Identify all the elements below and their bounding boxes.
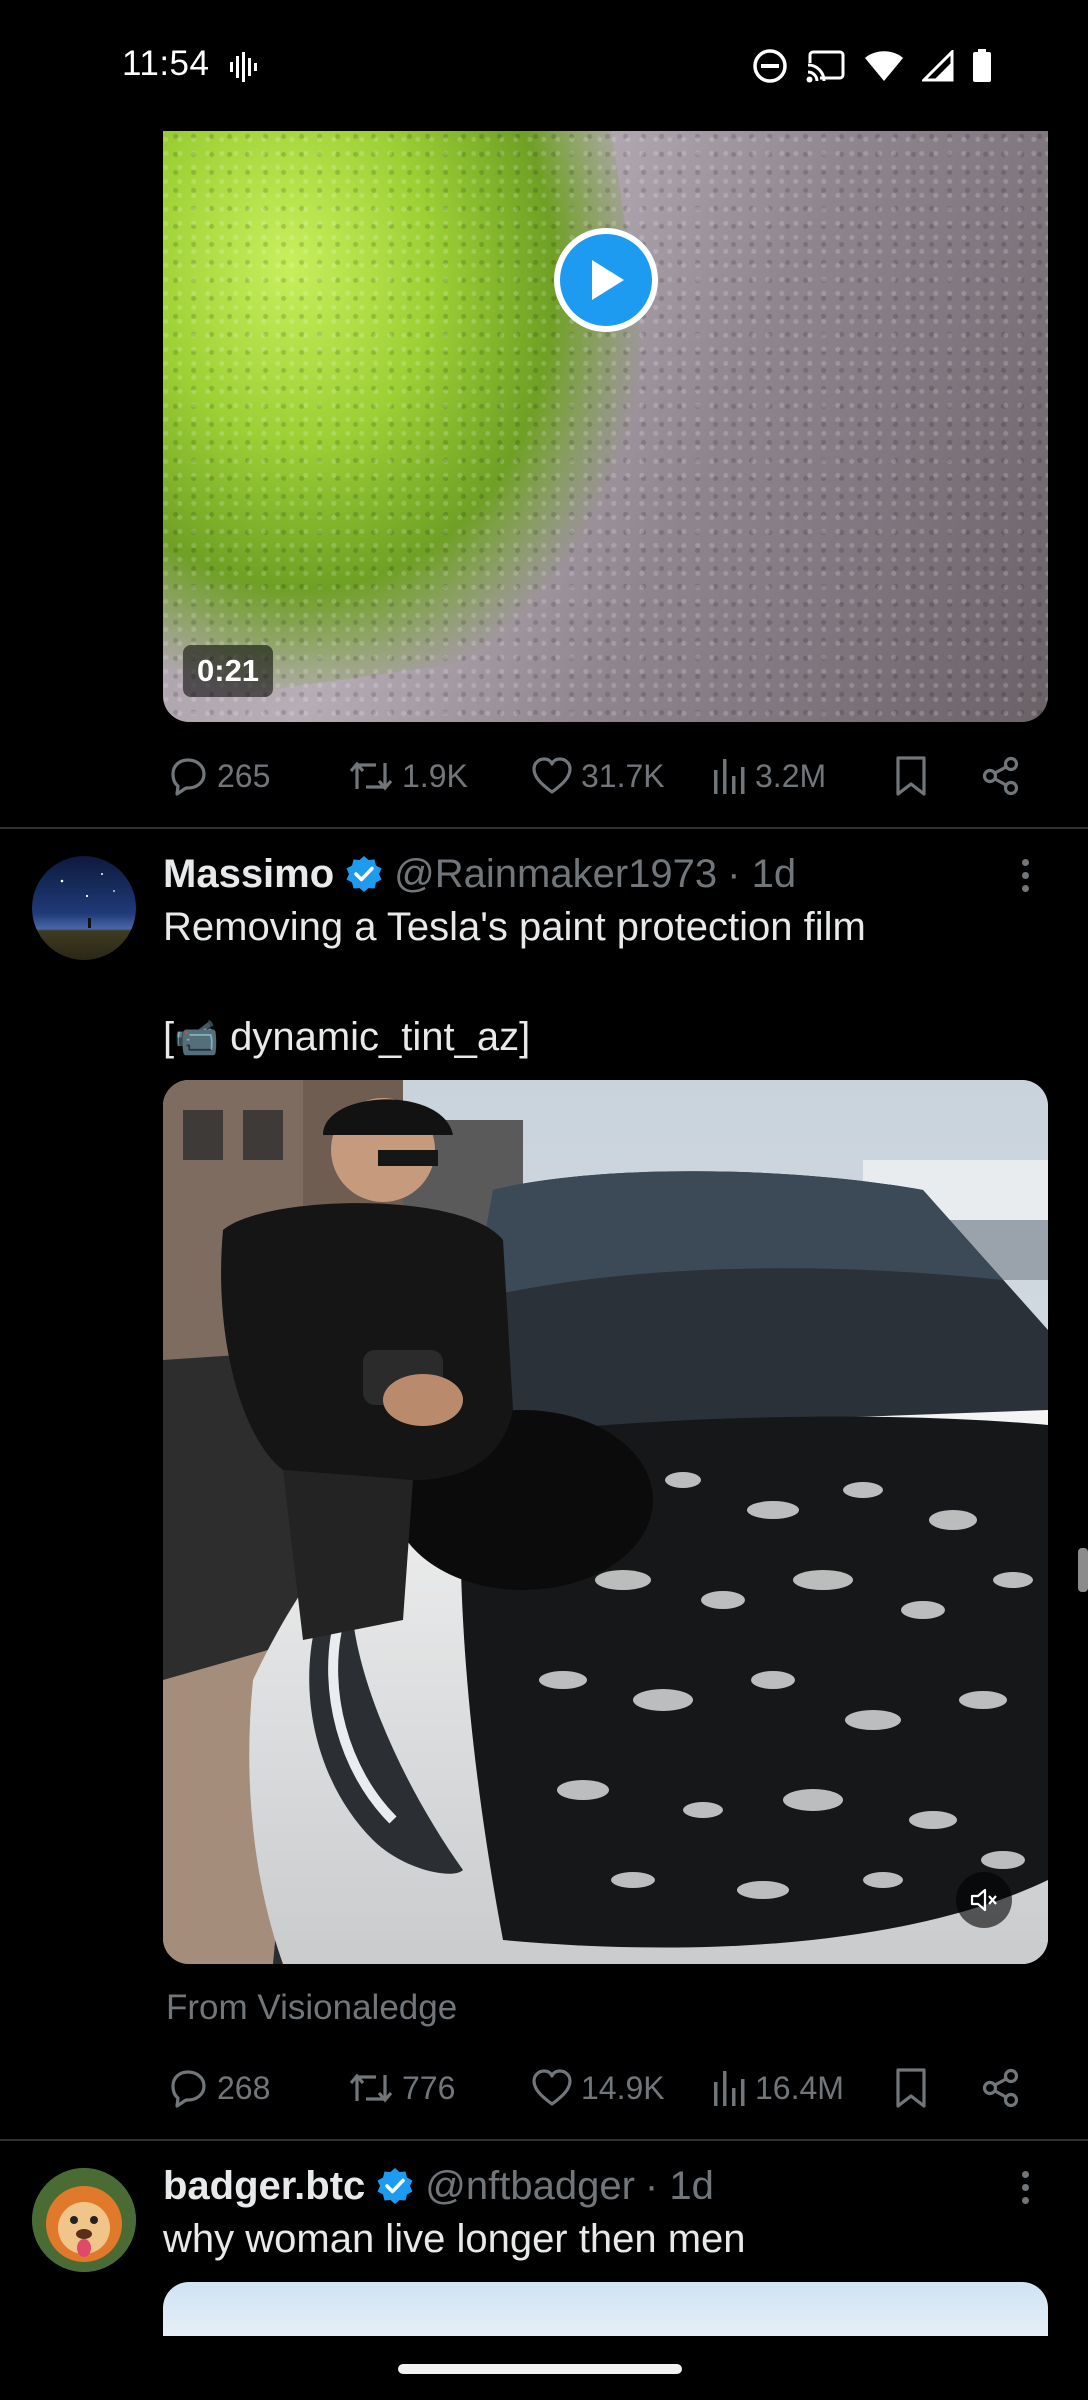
- mute-icon[interactable]: [956, 1872, 1012, 1928]
- avatar[interactable]: [32, 856, 136, 960]
- cast-icon: [806, 50, 845, 83]
- reply-count: 268: [217, 2069, 271, 2106]
- avatar[interactable]: [32, 2168, 136, 2272]
- heart-icon: [532, 757, 572, 794]
- display-name[interactable]: badger.btc: [163, 2164, 365, 2209]
- video-frame: [163, 1080, 1048, 1964]
- reply-icon: [171, 2070, 206, 2108]
- tweet-text-line2: [📹 dynamic_tint_az]: [163, 1015, 531, 1059]
- tweet2-action-bar: 268 776 14.9K 16.4M: [163, 2058, 1048, 2118]
- share-icon: [982, 756, 1019, 796]
- reply-icon: [171, 758, 206, 796]
- handle[interactable]: @nftbadger: [425, 2164, 635, 2209]
- views-button[interactable]: 16.4M: [711, 2068, 844, 2108]
- battery-icon: [973, 49, 991, 82]
- share-icon: [982, 2068, 1019, 2108]
- video-camera-icon: 📹: [174, 1017, 219, 1058]
- verified-badge-icon: [346, 856, 382, 892]
- retweet-icon: [349, 761, 393, 791]
- tweet1-action-bar: 265 1.9K 31.7K 3.2M: [163, 746, 1048, 806]
- retweet-icon: [349, 2073, 393, 2103]
- timestamp[interactable]: · 1d: [727, 852, 796, 897]
- do-not-disturb-icon: [753, 49, 787, 83]
- tweet2-video[interactable]: [163, 1080, 1048, 1964]
- status-icons: [752, 46, 992, 86]
- more-options-icon[interactable]: [1010, 2162, 1040, 2212]
- tweet2-header: Massimo @Rainmaker1973 · 1d: [163, 846, 796, 902]
- share-button[interactable]: [981, 756, 1021, 796]
- signal-icon: [922, 50, 954, 82]
- handle[interactable]: @Rainmaker1973: [394, 852, 717, 897]
- retweet-count: 1.9K: [402, 757, 468, 794]
- more-options-icon[interactable]: [1010, 850, 1040, 900]
- status-time: 11:54: [122, 44, 210, 83]
- tweet3-header: badger.btc @nftbadger · 1d: [163, 2158, 714, 2214]
- reply-button[interactable]: 268: [167, 2067, 270, 2109]
- status-bar: 11:54: [0, 0, 1088, 132]
- views-icon: [714, 759, 745, 794]
- reply-count: 265: [217, 757, 271, 794]
- views-count: 16.4M: [755, 2069, 844, 2106]
- like-count: 31.7K: [581, 757, 665, 794]
- heart-icon: [532, 2069, 572, 2106]
- like-button[interactable]: 31.7K: [531, 756, 665, 796]
- views-icon: [714, 2071, 745, 2106]
- like-count: 14.9K: [581, 2069, 665, 2106]
- bookmark-icon: [896, 756, 926, 796]
- wifi-icon: [865, 51, 903, 81]
- retweet-button[interactable]: 776: [348, 2068, 455, 2108]
- voicemail-icon: [230, 52, 257, 82]
- reply-button[interactable]: 265: [167, 755, 270, 797]
- bookmark-button[interactable]: [893, 2067, 929, 2109]
- video-duration: 0:21: [183, 645, 274, 697]
- retweet-button[interactable]: 1.9K: [348, 756, 468, 796]
- tweet1-video[interactable]: 0:21: [163, 131, 1048, 722]
- bookmark-button[interactable]: [893, 755, 929, 797]
- share-button[interactable]: [981, 2068, 1021, 2108]
- tweet-text: why woman live longer then men: [163, 2217, 746, 2261]
- tweet-divider: [0, 2139, 1088, 2141]
- display-name[interactable]: Massimo: [163, 852, 334, 897]
- like-button[interactable]: 14.9K: [531, 2068, 665, 2108]
- retweet-count: 776: [402, 2069, 456, 2106]
- tweet-text-line1: Removing a Tesla's paint protection film: [163, 905, 866, 949]
- views-button[interactable]: 3.2M: [711, 756, 826, 796]
- tweet-divider: [0, 827, 1088, 829]
- play-icon[interactable]: [554, 228, 658, 332]
- scrollbar-thumb[interactable]: [1078, 1548, 1088, 1592]
- tweet3-media[interactable]: [163, 2282, 1048, 2336]
- verified-badge-icon: [377, 2168, 413, 2204]
- views-count: 3.2M: [755, 757, 827, 794]
- timestamp[interactable]: · 1d: [645, 2164, 714, 2209]
- home-indicator[interactable]: [398, 2364, 682, 2374]
- bookmark-icon: [896, 2068, 926, 2108]
- media-source-label[interactable]: From Visionaledge: [166, 1988, 457, 2028]
